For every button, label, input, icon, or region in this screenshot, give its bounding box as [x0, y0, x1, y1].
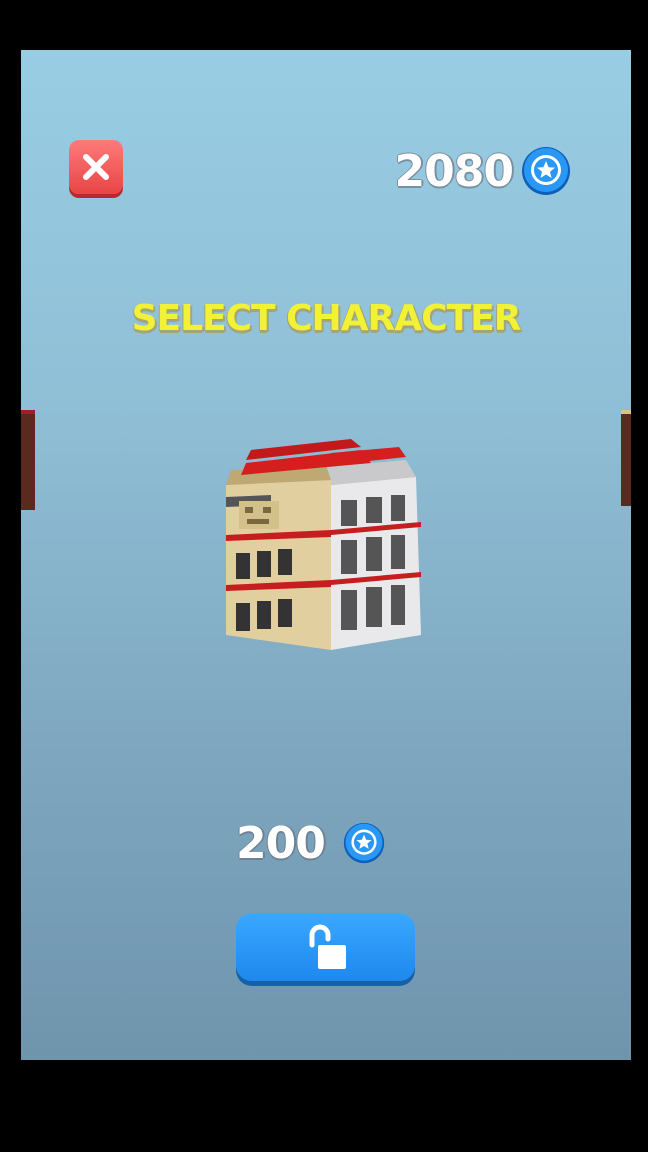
close-button[interactable] — [69, 140, 123, 194]
unlock-button[interactable] — [236, 913, 415, 981]
close-x-icon — [83, 154, 109, 180]
page-title: SELECT CHARACTER — [131, 298, 522, 339]
coin-count: 2080 — [394, 145, 514, 197]
star-coin-icon — [343, 822, 385, 864]
character-price: 200 — [236, 815, 385, 871]
unlock-padlock-icon — [309, 924, 346, 969]
previous-character-peek[interactable] — [21, 410, 35, 510]
game-screen: 2080 SELECT CHARACTER 200 — [21, 50, 631, 1060]
star-coin-icon — [522, 147, 570, 195]
price-value: 200 — [236, 817, 326, 869]
coin-balance: 2080 — [395, 145, 571, 197]
character-preview[interactable] — [221, 435, 431, 665]
next-character-peek[interactable] — [621, 410, 631, 506]
